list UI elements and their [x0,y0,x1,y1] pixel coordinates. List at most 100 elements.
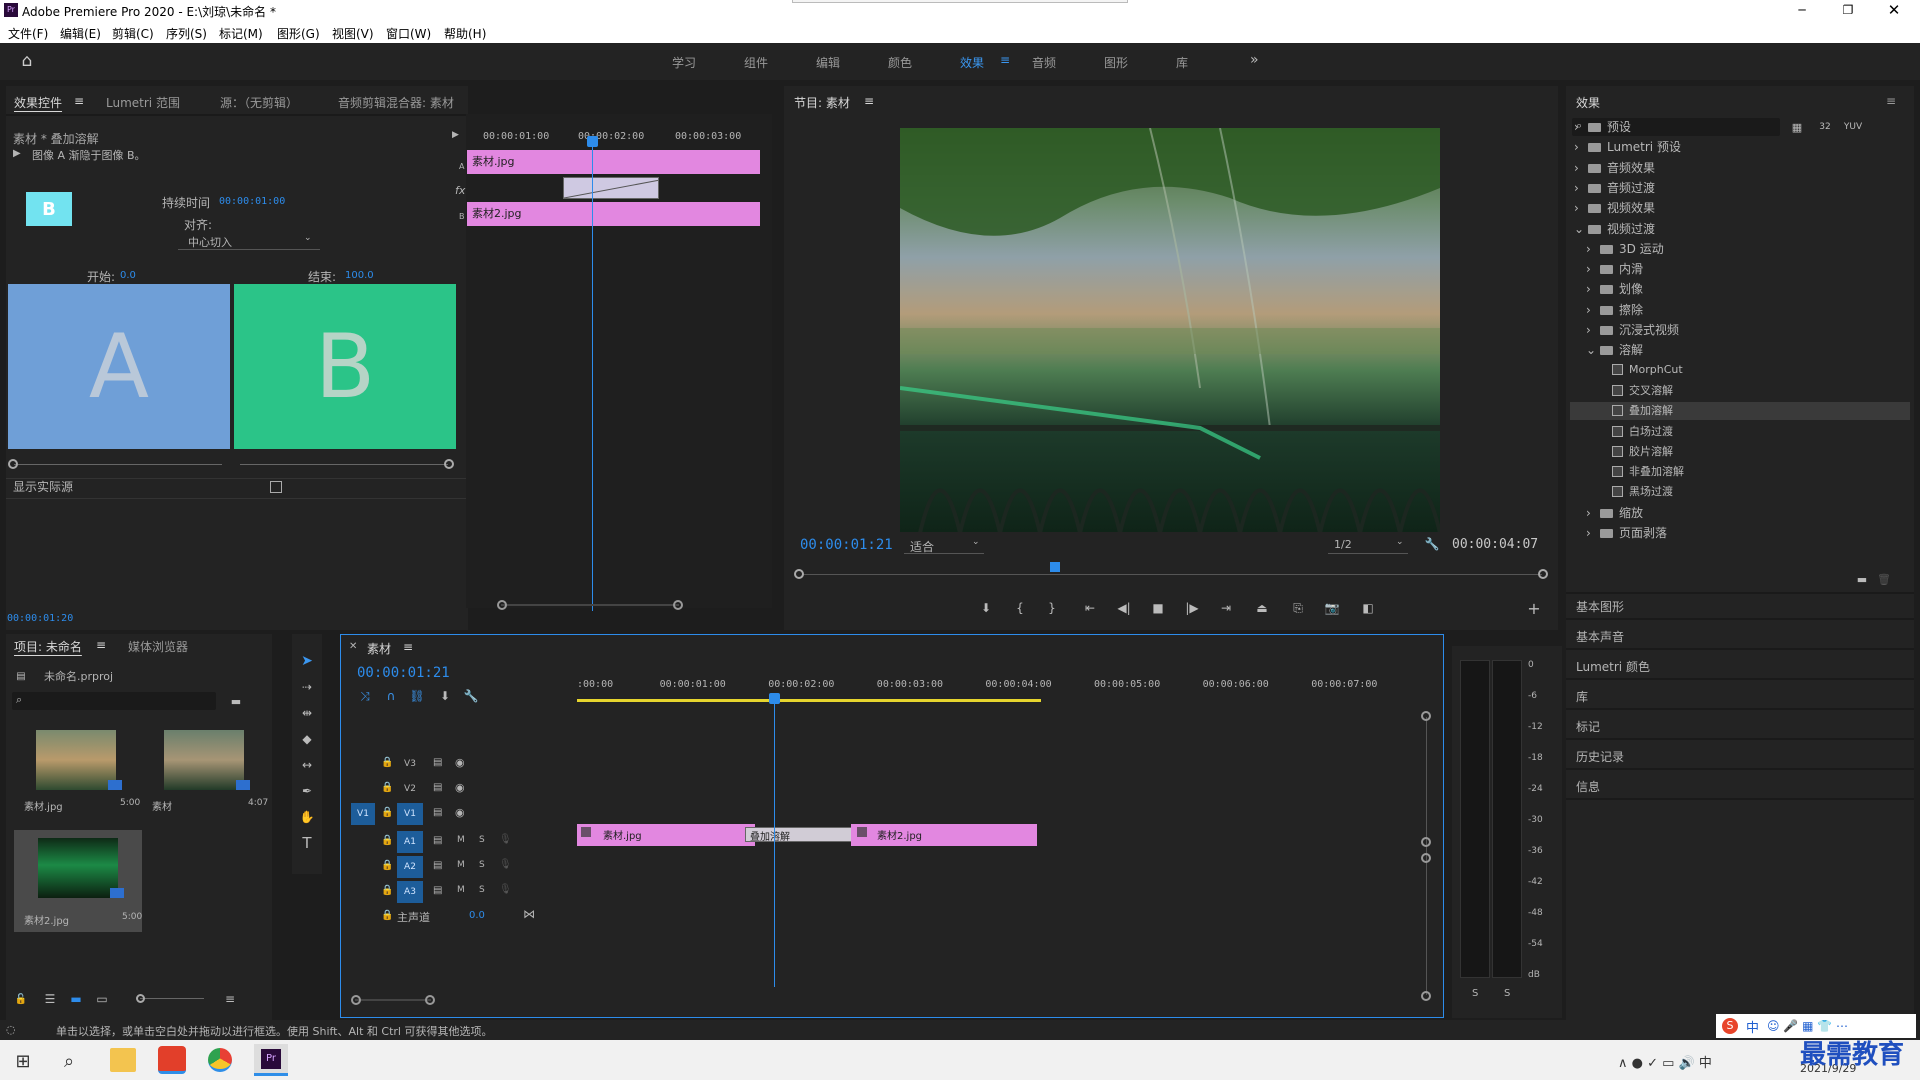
project-item-2[interactable]: 素材 4:07 [142,726,268,813]
expand-arrow-icon[interactable]: ▶ [452,130,459,140]
lock-icon[interactable]: 🔓 [14,992,28,1006]
track-id[interactable]: V3 [397,753,423,775]
timeline-horizontal-scrollbar[interactable] [351,995,435,1005]
effects-tree-item[interactable]: › 内滑 [1570,260,1910,278]
wrench-icon[interactable]: 🔧 [1424,536,1440,552]
effects-tree-item[interactable]: 黑场过渡 [1570,483,1910,501]
maximize-button[interactable]: ❐ [1836,0,1860,20]
extract-icon[interactable]: ⎘ [1288,600,1308,616]
effects-tree-item[interactable]: › 音频效果 [1570,159,1910,177]
mark-out-icon[interactable]: } [1042,600,1062,616]
workspace-audio[interactable]: 音频 [1032,54,1056,71]
track-id[interactable]: A3 [397,881,423,903]
track-header-v3[interactable]: 🔒 V3 ▤ ◉ [351,753,531,775]
mark-in-icon[interactable]: { [1010,600,1030,616]
timeline-playhead-handle[interactable] [769,693,780,704]
workspace-color[interactable]: 颜色 [888,54,912,71]
lock-icon[interactable]: 🔒 [381,807,393,818]
timeline-transition[interactable]: 叠加溶解 [745,827,855,843]
lock-icon[interactable]: 🔒 [381,860,393,871]
lift-icon[interactable]: ⏏ [1252,600,1272,616]
track-id[interactable]: V1 [397,803,423,825]
hand-tool-icon[interactable]: ✋ [298,808,316,826]
timeline-settings-wrench-icon[interactable]: 🔧 [463,689,479,703]
workspace-effects[interactable]: 效果 [960,54,984,71]
new-bin-icon[interactable]: ▬ [1854,572,1870,586]
timeline-menu-icon[interactable]: ≡ [403,640,413,654]
sync-lock-icon[interactable]: ▤ [433,885,442,896]
mini-scrollbar[interactable] [497,600,683,610]
timeline-clip-2[interactable]: 素材2.jpg [851,824,1037,846]
effects-tree-item[interactable]: 白场过渡 [1570,423,1910,441]
effects-menu-icon[interactable]: ≡ [1886,94,1896,108]
source-patch[interactable]: V1 [351,803,375,825]
track-select-tool-icon[interactable]: ⇢ [298,678,316,696]
effects-tree-item[interactable]: › 擦除 [1570,301,1910,319]
lock-icon[interactable]: 🔒 [381,835,393,846]
menu-graphics[interactable]: 图形(G) [277,25,320,42]
track-header-v2[interactable]: 🔒 V2 ▤ ◉ [351,778,531,800]
mute-button[interactable]: M [457,885,465,895]
tab-media-browser[interactable]: 媒体浏览器 [128,638,188,655]
timeline-clip-1[interactable]: 素材.jpg [577,824,755,846]
sync-lock-icon[interactable]: ▤ [433,782,442,793]
track-id[interactable]: A2 [397,856,423,878]
stop-icon[interactable]: ■ [1148,600,1168,616]
icon-view-icon[interactable]: ▬ [68,992,84,1006]
premiere-pro-taskbar-icon[interactable]: Pr [254,1044,288,1076]
program-playhead-icon[interactable] [1050,562,1060,572]
sort-icon[interactable]: ≡ [222,992,238,1006]
more-workspaces-icon[interactable]: » [1250,52,1259,68]
effects-tree-item[interactable]: › 视频效果 [1570,199,1910,217]
effects-tree-item[interactable]: › 划像 [1570,280,1910,298]
menu-window[interactable]: 窗口(W) [386,25,431,42]
menu-help[interactable]: 帮助(H) [444,25,486,42]
compare-view-icon[interactable]: ◧ [1358,600,1378,616]
disclosure-icon[interactable]: ▶ [13,148,21,159]
home-icon[interactable]: ⌂ [16,51,38,71]
effects-tree-item[interactable]: › 沉浸式视频 [1570,321,1910,339]
eye-icon[interactable]: ◉ [455,781,465,794]
effects-tree-item[interactable]: › 预设 [1570,118,1910,136]
timeline-vertical-scrollbar[interactable] [1421,711,1433,1001]
mini-clip-b[interactable]: 素材2.jpg [467,202,760,226]
master-value[interactable]: 0.0 [469,910,485,921]
tab-source[interactable]: 源：（无剪辑） [220,94,298,111]
effects-tree-item[interactable]: › Lumetri 预设 [1570,138,1910,156]
section-essential-graphics[interactable]: 基本图形 [1576,598,1624,615]
program-scrubber[interactable] [794,562,1548,584]
mini-playhead[interactable] [592,138,593,611]
tab-effect-controls[interactable]: 效果控件 [14,94,62,111]
end-value[interactable]: 100.0 [345,270,374,281]
lock-icon[interactable]: 🔒 [381,885,393,896]
project-menu-icon[interactable]: ≡ [96,638,106,652]
mute-button[interactable]: M [457,835,465,845]
solo-button[interactable]: S [479,835,485,845]
file-explorer-icon[interactable] [110,1048,136,1072]
menu-marker[interactable]: 标记(M) [219,25,263,42]
section-lumetri-color[interactable]: Lumetri 颜色 [1576,658,1650,675]
workspace-libraries[interactable]: 库 [1176,54,1188,71]
nest-icon[interactable]: ⤨ [357,689,373,703]
delete-icon[interactable]: 🗑 [1876,572,1892,586]
section-info[interactable]: 信息 [1576,778,1600,795]
effects-tree-item[interactable]: MorphCut [1570,362,1910,380]
resolution-dropdown[interactable]: 1/2 ⌄ [1328,536,1408,554]
menu-sequence[interactable]: 序列(S) [166,25,207,42]
lock-icon[interactable]: 🔒 [381,757,393,768]
microphone-icon[interactable]: 🎙 [499,834,512,845]
effects-tree-item[interactable]: › 页面剥落 [1570,524,1910,542]
freeform-view-icon[interactable]: ▭ [94,992,110,1006]
mini-playhead-handle[interactable] [587,136,598,147]
tab-audio-clip-mixer[interactable]: 音频剪辑混合器: 素材 [338,94,454,111]
sync-lock-icon[interactable]: ▤ [433,807,442,818]
workspace-graphics[interactable]: 图形 [1104,54,1128,71]
effects-tree-item[interactable]: 胶片溶解 [1570,443,1910,461]
effects-tree-item[interactable]: ⌄ 视频过渡 [1570,220,1910,238]
start-value[interactable]: 0.0 [120,270,136,281]
solo-button[interactable]: S [479,860,485,870]
section-libraries[interactable]: 库 [1576,688,1588,705]
chrome-icon[interactable] [208,1048,232,1072]
track-id[interactable]: V2 [397,778,423,800]
master-track-header[interactable]: 🔒 主声道 0.0 ⋈ [351,907,535,927]
